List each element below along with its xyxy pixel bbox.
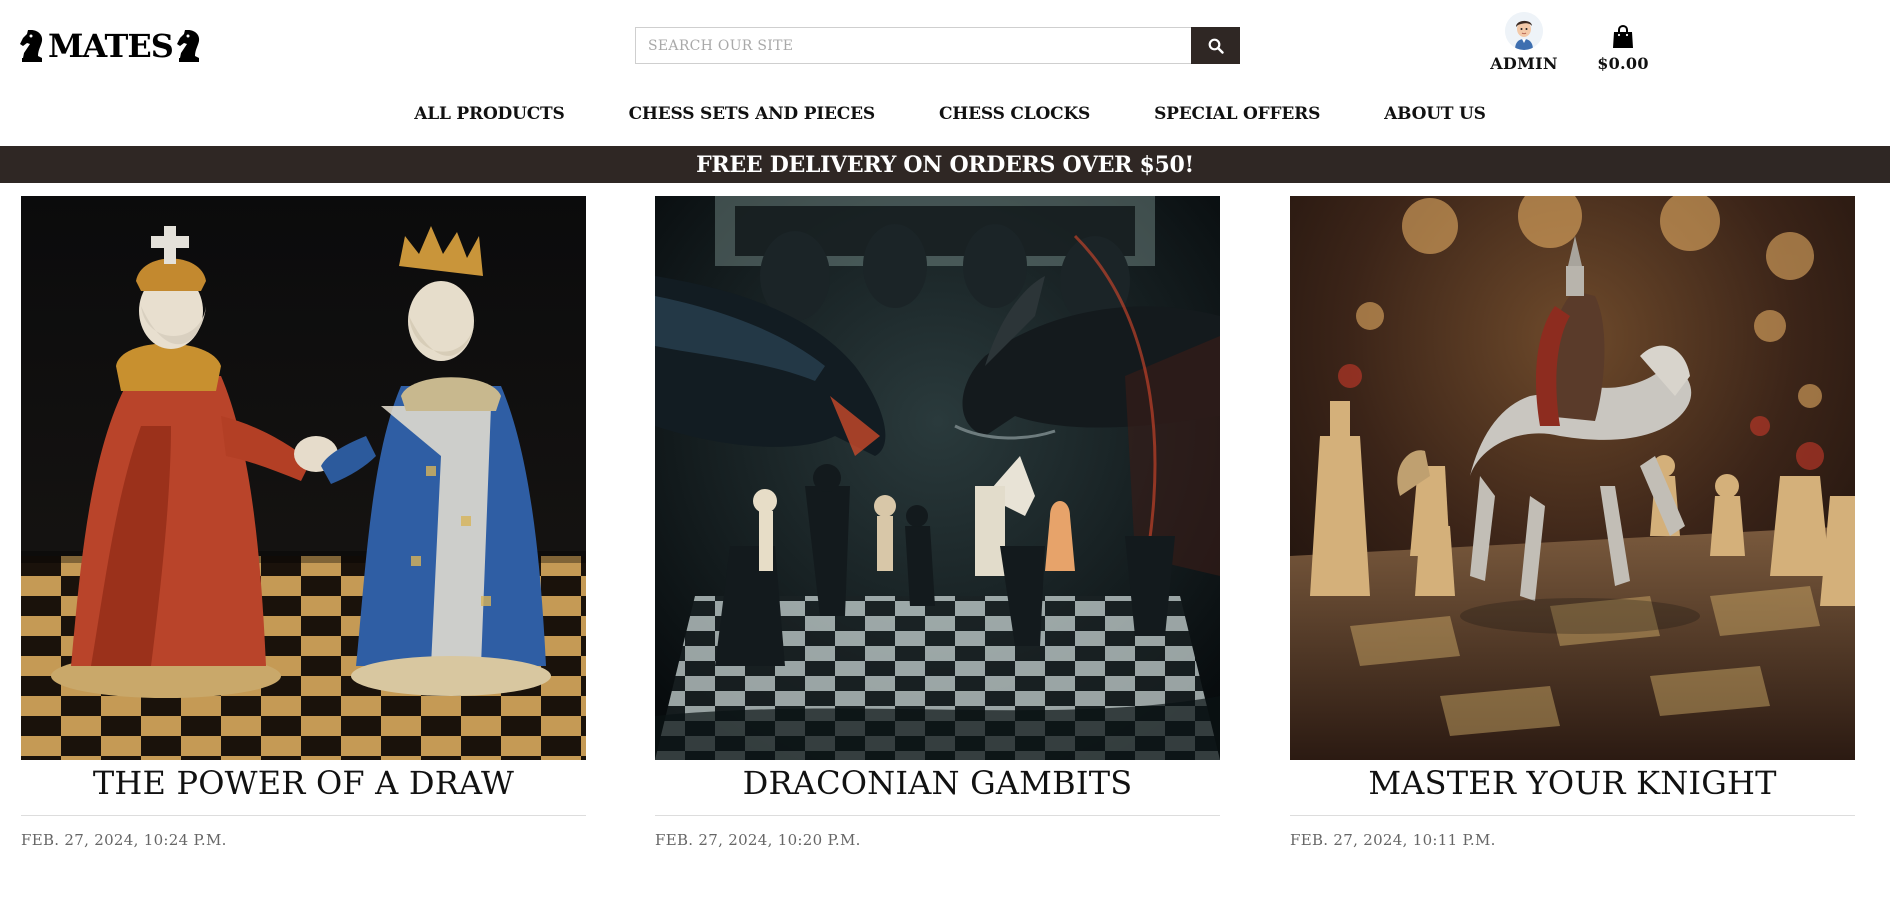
delivery-banner: FREE DELIVERY ON ORDERS OVER $50! — [0, 146, 1890, 183]
nav-item-all-products[interactable]: ALL PRODUCTS — [414, 104, 565, 128]
banner-text: FREE DELIVERY ON ORDERS OVER $50! — [696, 151, 1194, 178]
post-date: FEB. 27, 2024, 10:11 P.M. — [1290, 831, 1496, 849]
nav-item-chess-sets[interactable]: CHESS SETS AND PIECES — [629, 104, 876, 128]
nav-item-about-us[interactable]: ABOUT US — [1384, 104, 1486, 128]
post-image[interactable] — [655, 196, 1220, 760]
account-label: ADMIN — [1490, 54, 1558, 73]
brand-name: MATES — [48, 27, 174, 65]
account-link[interactable]: ADMIN — [1488, 12, 1560, 73]
brand-logo[interactable]: MATES — [18, 26, 203, 66]
post-date: FEB. 27, 2024, 10:24 P.M. — [21, 831, 227, 849]
blog-post-card: MASTER YOUR KNIGHT FEB. 27, 2024, 10:11 … — [1290, 196, 1855, 849]
main-nav: ALL PRODUCTS CHESS SETS AND PIECES CHESS… — [0, 104, 1892, 128]
search-bar — [635, 27, 1240, 64]
cart-link[interactable]: $0.00 — [1588, 24, 1658, 73]
search-input[interactable] — [635, 27, 1191, 64]
avatar — [1505, 12, 1543, 50]
cart-total: $0.00 — [1597, 54, 1649, 73]
post-title[interactable]: MASTER YOUR KNIGHT — [1290, 760, 1855, 816]
knight-icon — [18, 29, 46, 63]
blog-post-card: DRACONIAN GAMBITS FEB. 27, 2024, 10:20 P… — [655, 196, 1220, 849]
post-title[interactable]: DRACONIAN GAMBITS — [655, 760, 1220, 816]
shopping-bag-icon — [1613, 24, 1633, 48]
post-date: FEB. 27, 2024, 10:20 P.M. — [655, 831, 861, 849]
post-title[interactable]: THE POWER OF A DRAW — [21, 760, 586, 816]
search-button[interactable] — [1191, 27, 1240, 64]
search-icon — [1208, 38, 1224, 54]
nav-item-chess-clocks[interactable]: CHESS CLOCKS — [939, 104, 1090, 128]
blog-post-card: THE POWER OF A DRAW FEB. 27, 2024, 10:24… — [21, 196, 586, 849]
post-image[interactable] — [21, 196, 586, 760]
post-image[interactable] — [1290, 196, 1855, 760]
knight-icon — [175, 29, 203, 63]
nav-item-special-offers[interactable]: SPECIAL OFFERS — [1154, 104, 1320, 128]
